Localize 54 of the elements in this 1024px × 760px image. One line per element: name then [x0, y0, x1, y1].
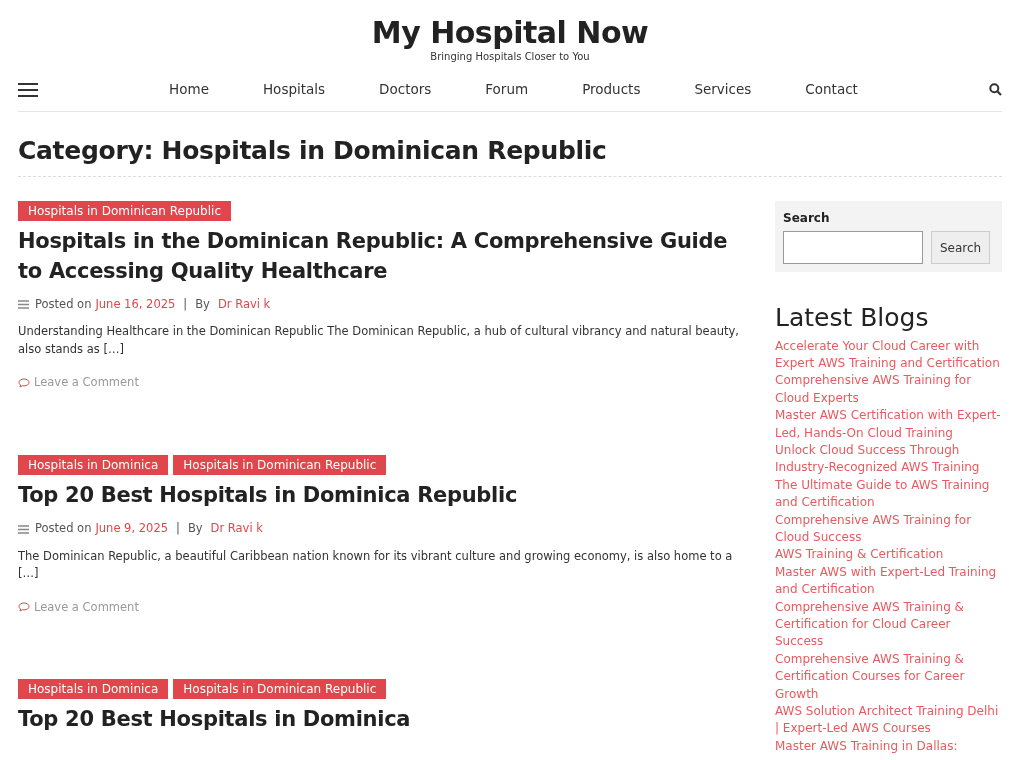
blog-link[interactable]: Accelerate Your Cloud Career with Expert AWS Training and Certification — [775, 337, 1002, 373]
blog-link[interactable]: Comprehensive AWS Training for Cloud Experts — [775, 372, 1002, 408]
nav-link[interactable]: Hospitals — [256, 79, 332, 100]
author-link[interactable]: Dr Ravi k — [217, 295, 271, 314]
nav-link[interactable]: Home — [163, 79, 215, 100]
post-title[interactable]: Top 20 Best Hospitals in Dominica Republic — [18, 481, 748, 511]
post-excerpt: Understanding Healthcare in the Dominican Republic The Dominican Republic, a hub of cultural vibrancy and natural beauty, also stands as […] — [18, 323, 740, 359]
nav-link[interactable]: Doctors — [373, 79, 438, 100]
search-icon[interactable] — [989, 83, 1002, 96]
search-field[interactable] — [783, 231, 923, 264]
post-excerpt: The Dominican Republic, a beautiful Caribbean nation known for its vibrant culture and growing economy, is also home to a […] — [18, 547, 734, 583]
posted-on-label: Posted on — [35, 295, 92, 313]
author-link[interactable]: Dr Ravi k — [210, 520, 263, 538]
blog-link[interactable]: Master AWS with Expert-Led Training and Certification — [775, 563, 1002, 599]
nav-link[interactable]: Contact — [799, 79, 864, 100]
latest-blogs-heading: Latest Blogs — [775, 304, 930, 332]
category-tag[interactable]: Hospitals in Dominican Republic — [18, 201, 231, 222]
nav-link[interactable]: Forum — [479, 79, 535, 100]
nav-link[interactable]: Products — [576, 79, 647, 100]
search-label: Search — [783, 210, 831, 227]
menu-icon[interactable] — [18, 82, 38, 97]
category-tag[interactable]: Hospitals in Dominica — [18, 679, 169, 700]
blog-link[interactable]: Unlock Cloud Success Through Industry-Recognized AWS Training — [775, 441, 1002, 477]
by-label: By — [195, 295, 210, 313]
category-tag[interactable]: Hospitals in Dominica — [18, 454, 169, 476]
post-title[interactable]: Hospitals in the Dominican Republic: A Comprehensive Guide to Accessing Quality Healthcare — [18, 227, 748, 286]
blog-link[interactable]: Comprehensive AWS Training & Certification Courses for Career Growth — [775, 650, 1002, 704]
page-title: Category: Hospitals in Dominican Republic — [18, 136, 608, 166]
speech-bubble-icon — [18, 602, 30, 613]
post-date-link[interactable]: June 16, 2025 — [95, 295, 176, 314]
blog-link[interactable]: AWS Training & Certification — [775, 546, 1002, 564]
list-icon — [18, 524, 29, 534]
blog-link[interactable]: The Ultimate Guide to AWS Training and Certification — [775, 476, 1002, 512]
blog-link[interactable]: Comprehensive AWS Training & Certification for Cloud Career Success — [775, 598, 1002, 651]
blog-link[interactable]: Comprehensive AWS Training for Cloud Success — [775, 511, 1002, 547]
category-tag[interactable]: Hospitals in Dominican Republic — [173, 454, 387, 476]
meta-separator: | — [176, 520, 180, 538]
search-button[interactable]: Search — [931, 231, 991, 264]
nav-link[interactable]: Services — [688, 79, 758, 100]
meta-separator: | — [183, 295, 188, 313]
speech-bubble-icon — [18, 377, 30, 388]
site-tagline: Bringing Hospitals Closer to You — [429, 50, 591, 64]
blog-link[interactable]: Master AWS Training in Dallas: — [775, 737, 1002, 756]
site-title[interactable]: My Hospital Now — [18, 16, 1002, 49]
blog-link[interactable]: Master AWS Certification with Expert-Led, Hands-On Cloud Training — [775, 407, 1002, 442]
posted-on-label: Posted on — [35, 520, 92, 538]
list-icon — [18, 300, 29, 310]
blog-link[interactable]: AWS Solution Architect Training Delhi | Expert-Led AWS Courses — [775, 703, 1002, 738]
leave-comment-link[interactable]: Leave a Comment — [18, 598, 139, 616]
post-date-link[interactable]: June 9, 2025 — [95, 520, 168, 538]
by-label: By — [187, 520, 203, 538]
post-title[interactable]: Top 20 Best Hospitals in Dominica — [18, 705, 748, 735]
leave-comment-link[interactable]: Leave a Comment — [18, 374, 139, 392]
category-tag[interactable]: Hospitals in Dominican Republic — [173, 679, 387, 700]
